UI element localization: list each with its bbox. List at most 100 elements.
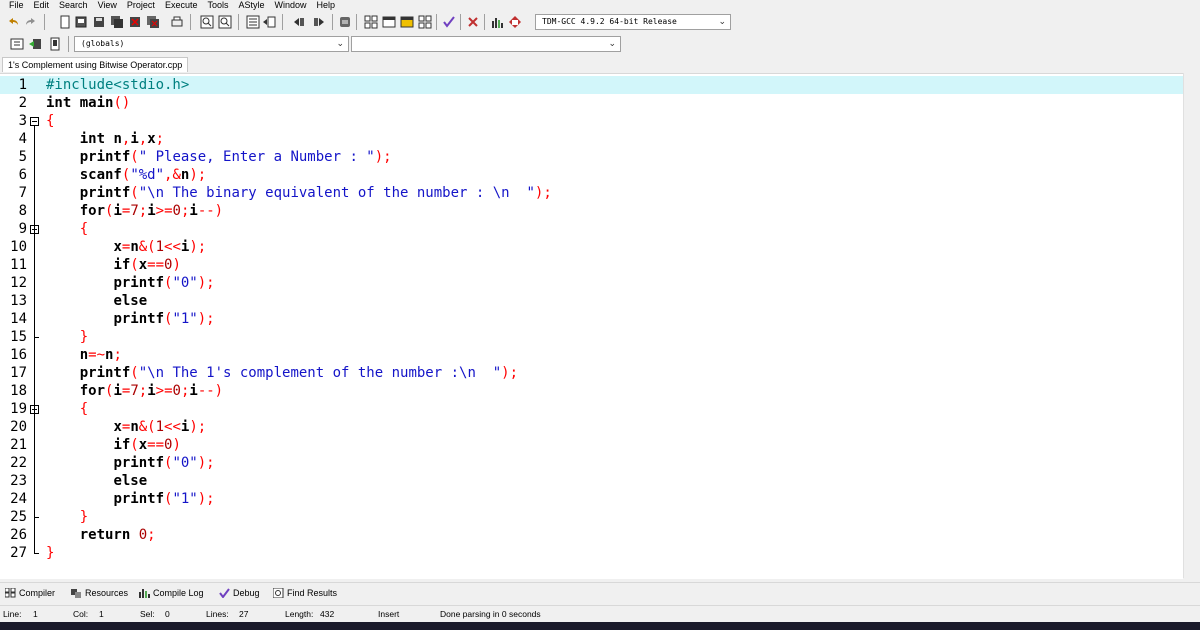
status-lines-label: Lines:	[206, 609, 229, 619]
previous-icon[interactable]	[292, 15, 306, 29]
fold-guide-end	[34, 517, 39, 518]
code-line[interactable]: 3{	[0, 112, 1183, 130]
stop-icon[interactable]	[466, 15, 480, 29]
replace-icon[interactable]	[218, 15, 232, 29]
toolbar-separator	[68, 36, 69, 52]
menu-item-project[interactable]: Project	[122, 0, 160, 10]
goto-declaration-icon[interactable]	[28, 37, 42, 51]
tab-find-results[interactable]: Find Results	[273, 585, 337, 601]
toolbar-separator	[44, 14, 45, 30]
code-text: {	[79, 221, 89, 237]
code-line[interactable]: 10 x=n&(1<<i);	[0, 238, 1183, 256]
line-number: 21	[10, 437, 27, 453]
code-text: if(x==0)	[113, 257, 181, 273]
compile-run-icon[interactable]	[400, 15, 414, 29]
bookmark-icon[interactable]	[48, 37, 62, 51]
compile-icon[interactable]	[364, 15, 378, 29]
code-line[interactable]: 9 {	[0, 220, 1183, 238]
code-line[interactable]: 18 for(i=7;i>=0;i--)	[0, 382, 1183, 400]
menu-item-help[interactable]: Help	[312, 0, 341, 10]
line-number: 7	[18, 185, 27, 201]
menu-item-search[interactable]: Search	[54, 0, 93, 10]
undo-icon[interactable]	[6, 15, 20, 29]
code-line[interactable]: 24 printf("1");	[0, 490, 1183, 508]
code-line[interactable]: 4 int n,i,x;	[0, 130, 1183, 148]
indent-icon[interactable]	[246, 15, 260, 29]
debug-run-icon[interactable]	[508, 15, 522, 29]
line-number: 10	[10, 239, 27, 255]
insert-icon[interactable]	[10, 37, 24, 51]
find-icon[interactable]	[200, 15, 214, 29]
code-line[interactable]: 14 printf("1");	[0, 310, 1183, 328]
line-number: 26	[10, 527, 27, 543]
new-file-icon[interactable]	[58, 15, 72, 29]
status-length-value: 432	[320, 609, 335, 619]
goto-icon[interactable]	[338, 15, 352, 29]
code-line[interactable]: 25 }	[0, 508, 1183, 526]
tab-debug[interactable]: Debug	[219, 585, 260, 601]
menu-item-window[interactable]: Window	[270, 0, 312, 10]
tab-compile-log[interactable]: Compile Log	[139, 585, 204, 601]
code-line[interactable]: 21 if(x==0)	[0, 436, 1183, 454]
code-line[interactable]: 12 printf("0");	[0, 274, 1183, 292]
code-line[interactable]: 5 printf(" Please, Enter a Number : ");	[0, 148, 1183, 166]
code-line[interactable]: 23 else	[0, 472, 1183, 490]
tab-resources[interactable]: Resources	[71, 585, 128, 601]
tab-compiler[interactable]: Compiler	[5, 585, 55, 601]
compiler-select-value: TDM-GCC 4.9.2 64-bit Release	[542, 17, 677, 26]
menu-item-view[interactable]: View	[93, 0, 122, 10]
compiler-select[interactable]: TDM-GCC 4.9.2 64-bit Release ⌄	[535, 14, 731, 30]
rebuild-icon[interactable]	[418, 15, 432, 29]
code-line[interactable]: 13 else	[0, 292, 1183, 310]
code-text: }	[79, 329, 89, 345]
class-toolbar: (globals) ⌄ ⌄	[0, 34, 1200, 54]
code-line[interactable]: 22 printf("0");	[0, 454, 1183, 472]
fold-toggle-icon[interactable]	[30, 117, 39, 126]
redo-icon[interactable]	[24, 15, 38, 29]
menu-item-tools[interactable]: Tools	[202, 0, 233, 10]
run-icon[interactable]	[382, 15, 396, 29]
code-text: {	[79, 401, 89, 417]
status-mode: Insert	[378, 609, 400, 619]
code-line[interactable]: 11 if(x==0)	[0, 256, 1183, 274]
code-line[interactable]: 15 }	[0, 328, 1183, 346]
profile-icon[interactable]	[490, 15, 504, 29]
unindent-icon[interactable]	[262, 15, 276, 29]
toolbar-separator	[282, 14, 283, 30]
code-line[interactable]: 16 n=~n;	[0, 346, 1183, 364]
print-icon[interactable]	[170, 15, 184, 29]
scope-select[interactable]: (globals) ⌄	[74, 36, 349, 52]
line-number: 9	[18, 221, 27, 237]
save-all-icon[interactable]	[110, 15, 124, 29]
code-line[interactable]: 26 return 0;	[0, 526, 1183, 544]
code-line[interactable]: 27}	[0, 544, 1183, 562]
close-all-icon[interactable]	[146, 15, 160, 29]
code-line[interactable]: 17 printf("\n The 1's complement of the …	[0, 364, 1183, 382]
next-icon[interactable]	[312, 15, 326, 29]
line-number: 27	[10, 545, 27, 561]
code-line[interactable]: 7 printf("\n The binary equivalent of th…	[0, 184, 1183, 202]
close-file-icon[interactable]	[128, 15, 142, 29]
open-icon[interactable]	[74, 15, 88, 29]
member-select[interactable]: ⌄	[351, 36, 621, 52]
file-tab-label: 1's Complement using Bitwise Operator.cp…	[8, 60, 183, 70]
code-text: {	[46, 113, 55, 129]
code-line[interactable]: 19 {	[0, 400, 1183, 418]
menu-item-execute[interactable]: Execute	[160, 0, 203, 10]
code-line[interactable]: 1 #include<stdio.h>	[0, 76, 1183, 94]
toolbar-separator	[238, 14, 239, 30]
code-line[interactable]: 20 x=n&(1<<i);	[0, 418, 1183, 436]
menu-item-edit[interactable]: Edit	[29, 0, 55, 10]
code-line[interactable]: 2 int main()	[0, 94, 1183, 112]
syntax-check-icon[interactable]	[442, 15, 456, 29]
code-editor[interactable]: 1 #include<stdio.h> 2 int main() 3{4 int n,i…	[0, 73, 1183, 579]
code-line[interactable]: 8 for(i=7;i>=0;i--)	[0, 202, 1183, 220]
code-line[interactable]: 6 scanf("%d",&n);	[0, 166, 1183, 184]
menu-item-file[interactable]: File	[4, 0, 29, 10]
line-number: 5	[18, 149, 27, 165]
menu-item-astyle[interactable]: AStyle	[233, 0, 269, 10]
file-tab[interactable]: 1's Complement using Bitwise Operator.cp…	[2, 57, 189, 72]
vertical-scrollbar[interactable]	[1183, 73, 1200, 578]
save-icon[interactable]	[92, 15, 106, 29]
code-text: else	[113, 473, 148, 489]
